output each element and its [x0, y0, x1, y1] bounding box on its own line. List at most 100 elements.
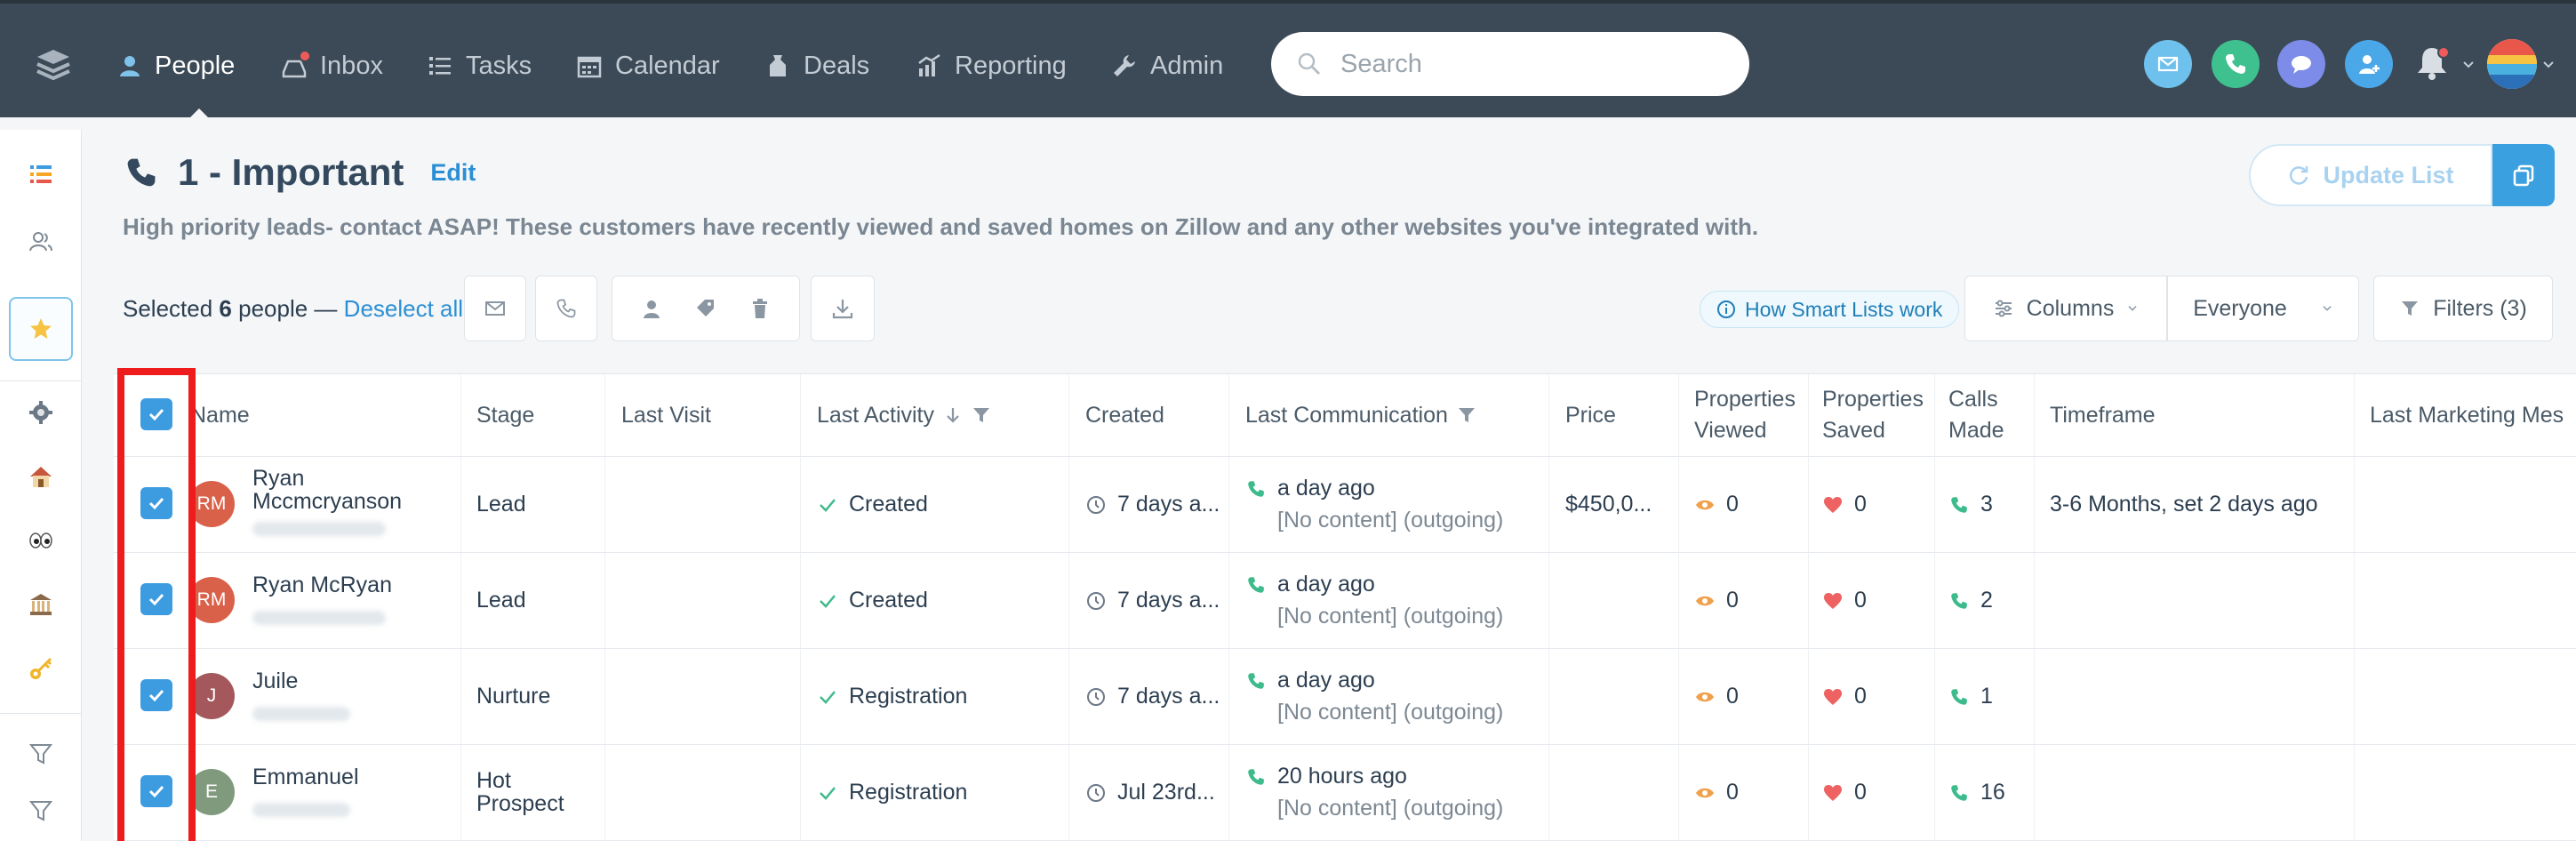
sidebar-item-keys[interactable] [9, 637, 73, 701]
app-logo-icon[interactable] [34, 46, 73, 82]
top-navigation-bar: People Inbox Tasks Calendar Deals Report… [0, 0, 2576, 121]
checkmark-icon [820, 594, 836, 608]
column-header-last-communication[interactable]: Last Communication [1245, 374, 1476, 456]
column-header-last-activity[interactable]: Last Activity [817, 374, 991, 456]
export-button[interactable] [811, 276, 875, 341]
sort-down-icon[interactable] [943, 405, 963, 425]
heart-icon [1824, 784, 1842, 801]
filters-button[interactable]: Filters (3) [2373, 276, 2553, 341]
saved-count: 0 [1854, 780, 1867, 805]
stage-cell[interactable]: Lead [476, 492, 526, 517]
trash-icon[interactable] [748, 297, 772, 320]
last-communication-time: a day ago [1245, 668, 1375, 693]
person-name[interactable]: Juile [252, 669, 430, 693]
sidebar-item-filter-1[interactable] [9, 722, 73, 786]
nav-inbox[interactable]: Inbox [281, 46, 383, 85]
house-icon [30, 467, 52, 487]
stage-cell[interactable]: Nurture [476, 684, 550, 709]
nav-label: Tasks [466, 51, 532, 80]
person-name[interactable]: Ryan McRyan [252, 573, 430, 597]
heart-icon [1824, 496, 1842, 513]
column-header-properties-viewed[interactable]: Properties Viewed [1694, 374, 1801, 456]
activity-cell: Created [817, 588, 928, 613]
copy-list-button[interactable] [2492, 144, 2555, 206]
assign-person-icon[interactable] [640, 297, 663, 320]
user-avatar[interactable] [2487, 39, 2537, 89]
email-action-button[interactable] [2144, 40, 2192, 88]
sidebar-item-people[interactable] [9, 210, 73, 274]
filter-icon[interactable] [972, 405, 991, 425]
update-list-button[interactable]: Update List [2249, 144, 2492, 206]
column-header-name[interactable]: Name [190, 374, 250, 456]
column-header-stage[interactable]: Stage [476, 374, 534, 456]
phone-icon [2226, 54, 2245, 74]
bulk-call-button[interactable] [535, 276, 597, 341]
key-icon [30, 657, 52, 679]
column-header-timeframe[interactable]: Timeframe [2050, 374, 2156, 456]
bulk-email-button[interactable] [464, 276, 526, 341]
column-divider [1678, 374, 1679, 841]
comm-time-label: a day ago [1277, 476, 1375, 501]
activity-cell: Registration [817, 684, 967, 709]
nav-reporting[interactable]: Reporting [916, 46, 1067, 85]
sidebar-item-watching[interactable] [9, 509, 73, 573]
viewed-count: 0 [1726, 780, 1739, 805]
nav-deals[interactable]: Deals [764, 46, 869, 85]
sidebar-item-lists[interactable] [9, 142, 73, 206]
stage-cell[interactable]: Lead [476, 588, 526, 613]
calls-count: 3 [1980, 492, 1993, 517]
created-label: Jul 23rd... [1117, 780, 1215, 805]
person-name[interactable]: Ryan Mccmcryanson [252, 467, 430, 514]
column-divider [2354, 374, 2355, 841]
sidebar-item-bank[interactable] [9, 573, 73, 637]
columns-dropdown[interactable]: Columns [1964, 276, 2167, 341]
column-header-last-marketing[interactable]: Last Marketing Mes [2370, 374, 2576, 456]
nav-people[interactable]: People [116, 46, 235, 85]
column-header-created[interactable]: Created [1085, 374, 1164, 456]
selection-prefix: Selected [123, 295, 213, 322]
sidebar-item-filter-2[interactable] [9, 779, 73, 841]
sidebar-item-settings[interactable] [9, 380, 73, 445]
filter-icon[interactable] [1457, 405, 1476, 425]
avatar-logo-icon [2487, 39, 2537, 89]
column-header-last-visit[interactable]: Last Visit [621, 374, 711, 456]
deals-icon [770, 55, 786, 76]
chevron-down-icon [2463, 61, 2474, 68]
notification-dot [2437, 46, 2450, 59]
gear-icon [29, 401, 52, 424]
stage-cell[interactable]: Hot Prospect [476, 769, 583, 816]
notifications-button[interactable] [2412, 43, 2457, 87]
chevron-down-icon [2323, 306, 2332, 311]
text-action-button[interactable] [2277, 40, 2325, 88]
created-label: 7 days a... [1117, 492, 1220, 517]
nav-label: Admin [1150, 51, 1224, 80]
properties-saved-cell: 0 [1822, 588, 1867, 613]
add-person-action-button[interactable] [2345, 40, 2393, 88]
deselect-all-link[interactable]: Deselect all [344, 295, 463, 322]
column-header-calls-made[interactable]: Calls Made [1948, 374, 2020, 456]
nav-tasks[interactable]: Tasks [427, 46, 532, 85]
person-name[interactable]: Emmanuel [252, 765, 430, 789]
owner-filter-dropdown[interactable]: Everyone [2167, 276, 2359, 341]
column-header-price[interactable]: Price [1565, 374, 1616, 456]
activity-cell: Created [817, 492, 928, 517]
nav-calendar[interactable]: Calendar [576, 46, 720, 85]
saved-count: 0 [1854, 492, 1867, 517]
search-box[interactable] [1271, 32, 1749, 96]
chart-icon [918, 53, 940, 76]
heart-icon [1824, 592, 1842, 609]
star-icon [30, 318, 52, 339]
sidebar-item-home[interactable] [9, 445, 73, 509]
people-icon [29, 232, 52, 252]
call-action-button[interactable] [2212, 40, 2260, 88]
column-divider [1548, 374, 1549, 841]
sidebar-item-favorites[interactable] [9, 297, 73, 361]
column-header-properties-saved[interactable]: Properties Saved [1822, 374, 1929, 456]
tag-icon[interactable] [694, 297, 717, 320]
selection-suffix: people — [238, 295, 338, 322]
how-smart-lists-work-link[interactable]: How Smart Lists work [1700, 291, 1960, 328]
edit-link[interactable]: Edit [430, 159, 476, 187]
search-input[interactable] [1340, 49, 1714, 79]
nav-admin[interactable]: Admin [1111, 46, 1223, 85]
activity-label: Created [849, 588, 928, 613]
